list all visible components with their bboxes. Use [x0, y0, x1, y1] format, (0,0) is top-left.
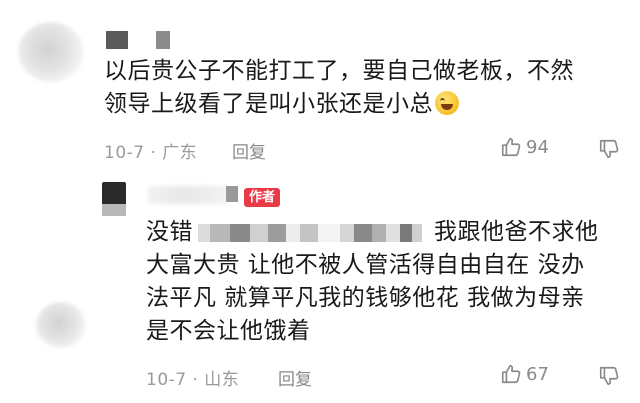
like-button[interactable]: 67 [500, 363, 549, 385]
thumbs-up-icon [501, 137, 521, 157]
reply-button[interactable]: 回复 [278, 365, 312, 390]
author-badge: 作者 [244, 188, 281, 207]
reply-button[interactable]: 回复 [232, 138, 266, 163]
reply-comment-item: 作者 没错 我跟他爸不求他 大富大贵 让他不被人管活得自由自在 没办 法平凡 就… [0, 176, 640, 403]
comment-text-segment: 没错 [146, 219, 193, 245]
username-mosaic[interactable] [106, 31, 170, 49]
comment-text: 没错 我跟他爸不求他 大富大贵 让他不被人管活得自由自在 没办 法平凡 就算平凡… [146, 216, 626, 348]
comment-item: 以后贵公子不能打工了，要自己做老板，不然 领导上级看了是叫小张还是小总 10-7… [0, 0, 640, 180]
username-mosaic[interactable] [226, 186, 238, 202]
comment-text: 以后贵公子不能打工了，要自己做老板，不然 领导上级看了是叫小张还是小总 [104, 55, 624, 121]
redacted-mosaic [198, 224, 422, 242]
comment-meta: 10-7 · 广东 [104, 143, 198, 163]
comment-text-line: 以后贵公子不能打工了，要自己做老板，不然 [104, 58, 574, 84]
comment-text-line: 没错 我跟他爸不求他 [146, 216, 626, 249]
comment-text-line: 法平凡 就算平凡我的钱够他花 我做为母亲 [146, 285, 585, 311]
username-blurred[interactable] [148, 186, 228, 204]
rofl-emoji-icon [435, 91, 459, 115]
thumbs-down-icon [599, 139, 619, 159]
like-count: 94 [526, 136, 549, 158]
thumbs-up-icon [501, 364, 521, 384]
comment-text-line: 领导上级看了是叫小张还是小总 [104, 88, 624, 121]
comment-text-line: 大富大贵 让他不被人管活得自由自在 没办 [146, 252, 585, 278]
dislike-button[interactable] [598, 138, 620, 160]
avatar[interactable] [18, 22, 84, 82]
like-button[interactable]: 94 [500, 136, 549, 158]
avatar[interactable] [102, 182, 126, 216]
comment-text-segment: 我跟他爸不求他 [434, 219, 599, 245]
avatar[interactable] [36, 302, 86, 348]
like-count: 67 [526, 363, 549, 385]
thumbs-down-icon [599, 366, 619, 386]
comment-text-segment: 领导上级看了是叫小张还是小总 [104, 91, 433, 117]
comment-meta: 10-7 · 山东 [146, 370, 240, 390]
dislike-button[interactable] [598, 365, 620, 387]
comment-text-line: 是不会让他饿着 [146, 318, 311, 344]
